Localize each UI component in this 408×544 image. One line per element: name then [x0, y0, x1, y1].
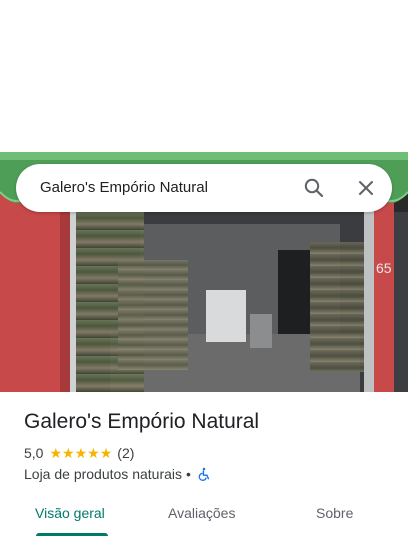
rating-stars: ★ ★ ★ ★ ★: [49, 446, 112, 460]
search-query[interactable]: Galero's Empório Natural: [40, 179, 208, 196]
place-category: Loja de produtos naturais: [24, 466, 182, 482]
place-title: Galero's Empório Natural: [24, 410, 260, 433]
photo-doorway: [278, 250, 310, 342]
star-icon: ★: [74, 445, 88, 461]
separator-dot: •: [186, 466, 191, 482]
category-row: Loja de produtos naturais •: [24, 465, 211, 483]
tab-overview[interactable]: Visão geral: [35, 505, 105, 521]
star-icon: ★: [62, 445, 75, 461]
photo-freezer: [206, 290, 246, 342]
rating-value: 5,0: [24, 445, 44, 461]
star-icon: ★: [87, 445, 100, 461]
photo-shelf-right: [310, 242, 368, 372]
close-icon[interactable]: [354, 176, 378, 200]
star-icon: ★: [49, 445, 63, 461]
photo-shop-number: 65: [376, 260, 392, 276]
photo-cabinet: [250, 314, 272, 348]
search-bar[interactable]: Galero's Empório Natural: [16, 164, 392, 212]
wheelchair-icon: [197, 467, 211, 481]
review-count[interactable]: (2): [117, 445, 134, 461]
photo-door-right: [394, 212, 408, 392]
photo-shelf-mid: [118, 260, 188, 370]
rating-row[interactable]: 5,0 ★ ★ ★ ★ ★ (2): [24, 444, 134, 462]
photo-frame-post-right: [364, 202, 374, 392]
tab-about[interactable]: Sobre: [316, 505, 353, 521]
tab-reviews[interactable]: Avaliações: [168, 505, 235, 521]
active-tab-indicator: [36, 533, 108, 536]
photo-frame-post: [70, 192, 76, 392]
place-tabs: Visão geral Avaliações Sobre: [0, 496, 408, 544]
star-icon: ★: [99, 445, 113, 461]
search-icon[interactable]: [302, 176, 326, 200]
